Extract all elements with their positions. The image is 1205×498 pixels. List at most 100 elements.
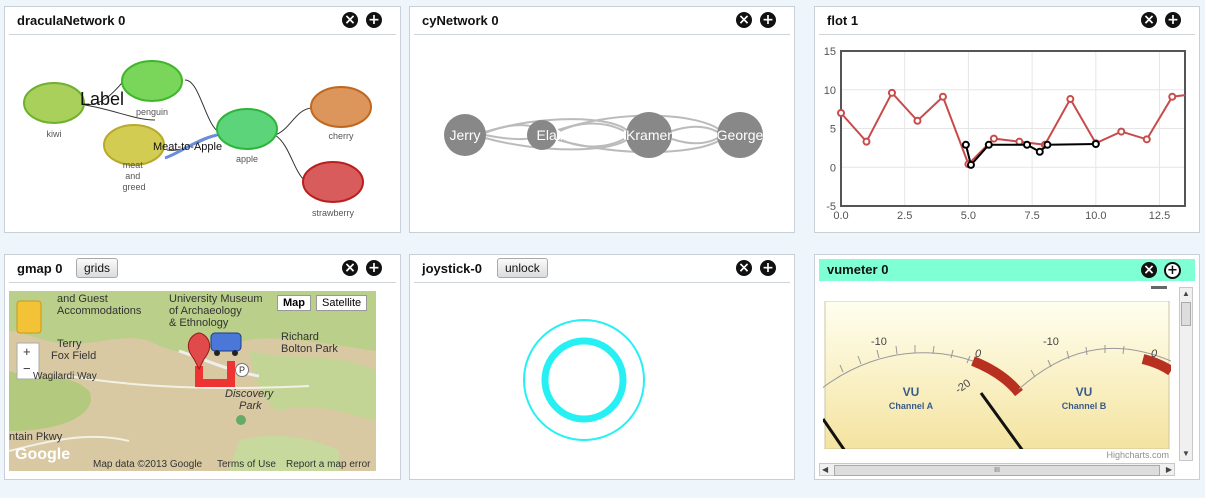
y-tick-label: 10 xyxy=(824,85,836,97)
node-label-meat-line: greed xyxy=(122,182,145,192)
add-icon[interactable]: + xyxy=(366,260,382,276)
close-icon[interactable]: × xyxy=(736,12,752,28)
vu-gauges: -20 -10 0 -10 0 VU Channel A VU Channel … xyxy=(823,301,1171,461)
data-point[interactable] xyxy=(984,140,993,149)
scroll-right-arrow[interactable]: ▶ xyxy=(1166,464,1172,475)
vu-right-scale-minus10: -10 xyxy=(1043,336,1059,348)
node-label-kramer: Kramer xyxy=(626,127,672,143)
data-point[interactable] xyxy=(913,116,922,125)
cy-graph: Jerry Elaine Kramer George xyxy=(444,112,764,158)
vu-left-label: VU xyxy=(903,385,920,399)
map-type-satellite-button[interactable]: Satellite xyxy=(316,295,368,311)
x-tick-label: 7.5 xyxy=(1024,210,1039,222)
zoom-in-button[interactable]: + xyxy=(23,345,31,358)
data-point[interactable] xyxy=(1168,92,1177,101)
vertical-scrollbar[interactable]: ▲ ▼ xyxy=(1179,287,1193,461)
vu-right-scale-0: 0 xyxy=(1151,348,1158,360)
node-label-kiwi: kiwi xyxy=(47,129,62,139)
map-type-map-button[interactable]: Map xyxy=(277,295,311,311)
data-point[interactable] xyxy=(1117,127,1126,136)
add-icon[interactable]: + xyxy=(760,12,776,28)
node-label-penguin: penguin xyxy=(136,107,168,117)
dracula-graph: kiwi penguin meat and greed apple cherry… xyxy=(23,60,372,218)
terms-link[interactable]: Terms of Use xyxy=(217,459,276,470)
panel-title: joystick-0 xyxy=(422,261,482,276)
data-point[interactable] xyxy=(989,134,998,143)
highcharts-credit[interactable]: Highcharts.com xyxy=(1106,450,1169,460)
panel-header: cyNetwork 0 × + xyxy=(414,7,790,35)
data-point[interactable] xyxy=(887,88,896,97)
data-point[interactable] xyxy=(966,160,975,169)
node-kiwi[interactable] xyxy=(23,82,85,124)
report-link[interactable]: Report a map error xyxy=(286,459,370,470)
data-point[interactable] xyxy=(961,140,970,149)
node-label-jerry: Jerry xyxy=(449,127,480,143)
map-label: Wagilardi Way xyxy=(33,371,97,382)
vu-right-label: VU xyxy=(1076,385,1093,399)
panel-header: joystick-0 unlock × + xyxy=(414,255,790,283)
add-icon[interactable]: + xyxy=(1165,12,1181,28)
panel-title: draculaNetwork 0 xyxy=(17,13,126,28)
add-icon[interactable]: + xyxy=(760,260,776,276)
map-pin[interactable] xyxy=(188,332,210,371)
y-tick-label: 15 xyxy=(824,46,836,58)
x-tick-label: 12.5 xyxy=(1149,210,1170,222)
node-label-elaine: Elaine xyxy=(537,127,576,143)
taxi-marker[interactable] xyxy=(210,332,242,352)
edge-label-meat-to-apple: Meat-to-Apple xyxy=(153,141,222,153)
node-strawberry[interactable] xyxy=(302,161,364,203)
map-label: Fox Field xyxy=(51,350,97,362)
node-label-cherry: cherry xyxy=(328,131,354,141)
panel-header: draculaNetwork 0 × + xyxy=(9,7,396,35)
map-attribution: Map data ©2013 Google xyxy=(93,459,203,470)
data-point[interactable] xyxy=(1043,140,1052,149)
scroll-up-arrow[interactable]: ▲ xyxy=(1180,288,1192,300)
y-tick-label: 0 xyxy=(830,162,836,174)
node-penguin[interactable] xyxy=(121,60,183,102)
grids-button[interactable]: grids xyxy=(76,258,119,278)
node-cherry[interactable] xyxy=(310,86,372,128)
scroll-thumb[interactable] xyxy=(1181,302,1191,326)
panel-header: flot 1 × + xyxy=(819,7,1195,35)
data-point[interactable] xyxy=(1023,140,1032,149)
map-label: Terry xyxy=(57,338,82,350)
close-icon[interactable]: × xyxy=(736,260,752,276)
close-icon[interactable]: × xyxy=(342,12,358,28)
scroll-left-arrow[interactable]: ◀ xyxy=(822,464,828,475)
edge-label-main: Label xyxy=(80,89,124,109)
node-label-strawberry: strawberry xyxy=(312,208,355,218)
close-icon[interactable]: × xyxy=(1141,262,1157,278)
node-label-apple: apple xyxy=(236,154,258,164)
map-label: University Museum xyxy=(169,293,263,305)
node-apple[interactable] xyxy=(216,108,278,150)
poi-parking-icon: P xyxy=(235,363,249,377)
vu-left-scale-0: 0 xyxy=(975,348,982,360)
vu-left-channel: Channel A xyxy=(889,401,934,411)
map-label: Accommodations xyxy=(57,305,142,317)
close-icon[interactable]: × xyxy=(342,260,358,276)
joystick-panel: joystick-0 unlock × + xyxy=(409,254,795,480)
unlock-button[interactable]: unlock xyxy=(497,258,548,278)
zoom-out-button[interactable]: − xyxy=(23,362,31,375)
joystick-control[interactable] xyxy=(410,283,794,480)
data-point[interactable] xyxy=(837,109,845,117)
map-canvas[interactable]: and Guest Accommodations University Muse… xyxy=(9,291,376,471)
cy-network-panel: cyNetwork 0 × + Jerry Elaine Kramer Geor… xyxy=(409,6,795,233)
flot-chart: 0.0 2.5 5.0 7.5 10.0 12.5151050-5 xyxy=(824,46,1186,222)
data-point[interactable] xyxy=(1066,95,1075,104)
data-point[interactable] xyxy=(938,92,947,101)
joystick-knob[interactable] xyxy=(541,337,627,423)
data-point[interactable] xyxy=(862,137,871,146)
data-point[interactable] xyxy=(1091,140,1100,148)
map-label: Richard xyxy=(281,331,319,343)
horizontal-scrollbar[interactable]: ◀ III ▶ xyxy=(819,463,1175,476)
add-icon[interactable]: + xyxy=(1164,262,1181,279)
scroll-thumb[interactable]: III xyxy=(834,465,1160,476)
scroll-down-arrow[interactable]: ▼ xyxy=(1180,448,1192,460)
y-tick-label: 5 xyxy=(830,124,836,136)
node-label-meat: meat and greed xyxy=(122,160,145,192)
data-point[interactable] xyxy=(1035,147,1044,156)
close-icon[interactable]: × xyxy=(1141,12,1157,28)
add-icon[interactable]: + xyxy=(366,12,382,28)
data-point[interactable] xyxy=(1142,135,1151,144)
